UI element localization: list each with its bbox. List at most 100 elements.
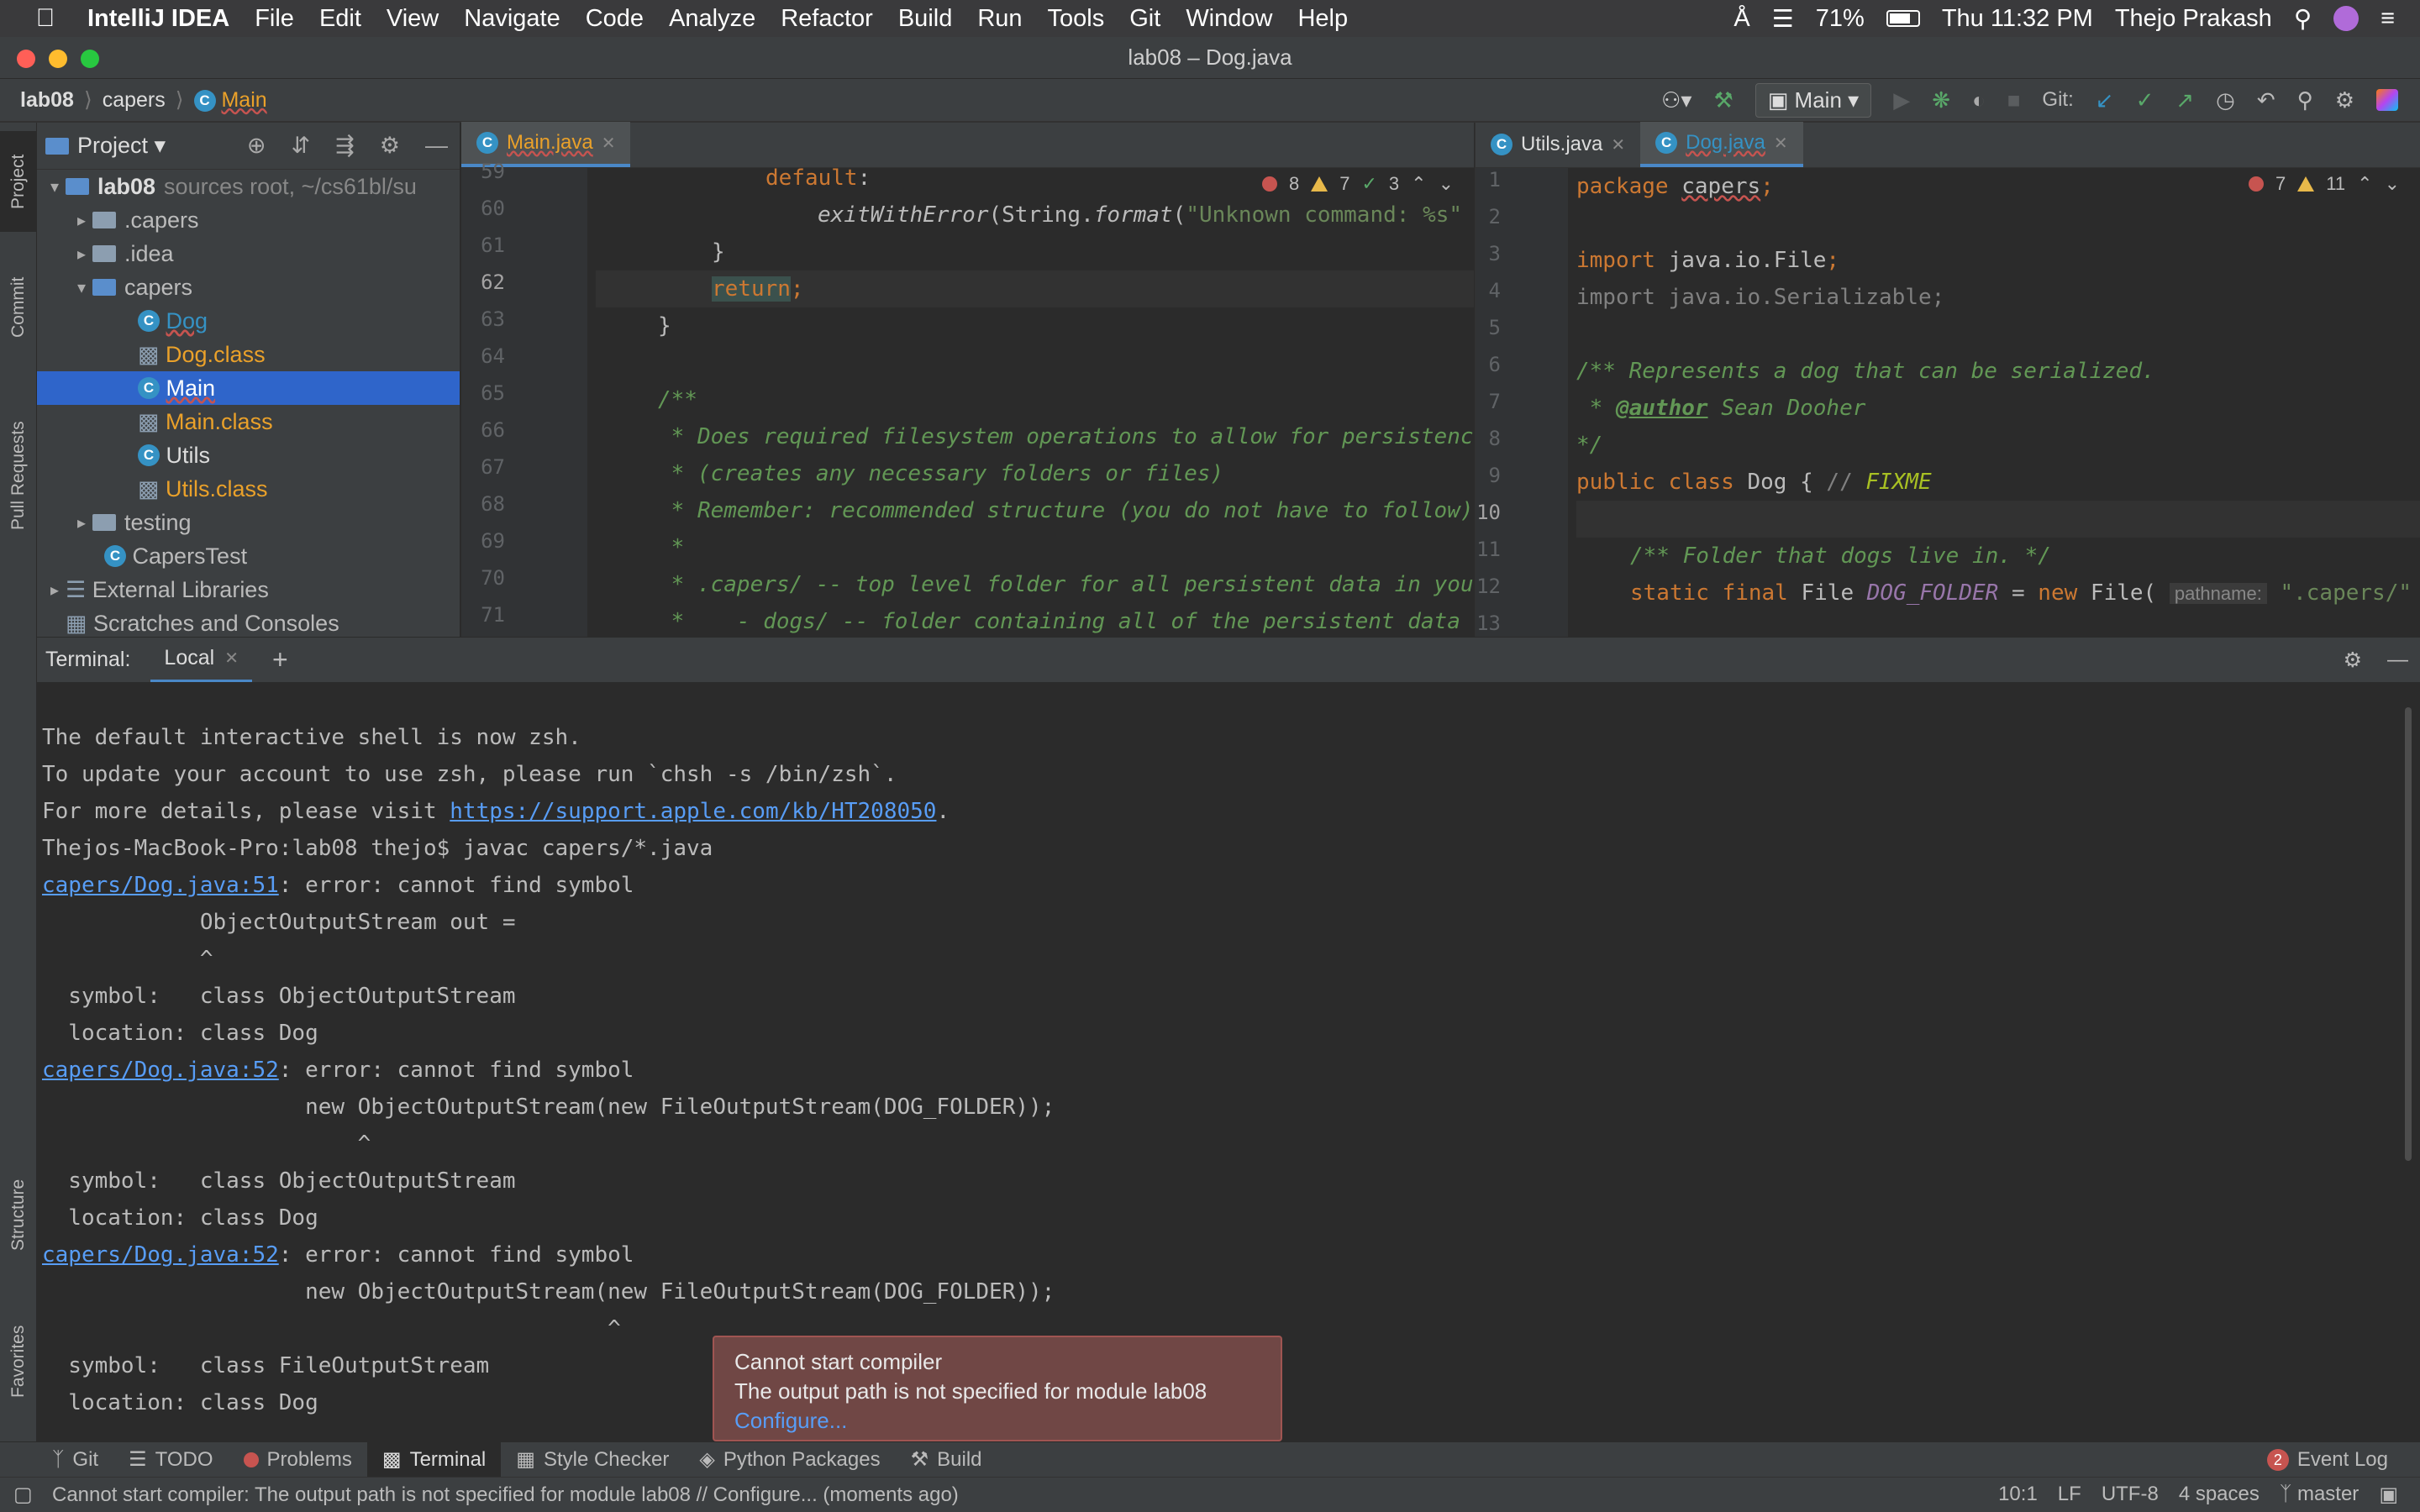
caret-position[interactable]: 10:1: [1998, 1483, 2038, 1507]
tool-tab-structure[interactable]: Structure: [0, 1147, 37, 1282]
search-everywhere-icon[interactable]: ⚲: [2297, 87, 2313, 113]
menu-app-name[interactable]: IntelliJ IDEA: [87, 5, 229, 33]
jetbrains-toolbox-icon[interactable]: [2376, 89, 2398, 111]
next-problem-icon[interactable]: ⌄: [1439, 173, 1454, 195]
battery-icon[interactable]: [1886, 10, 1920, 27]
tool-tab-favorites[interactable]: Favorites: [0, 1299, 37, 1425]
spotlight-search-icon[interactable]: ⚲: [2294, 4, 2312, 34]
breadcrumb-file[interactable]: C Main: [193, 88, 267, 113]
menu-help[interactable]: Help: [1297, 5, 1348, 33]
build-hammer-icon[interactable]: ⚒: [1713, 87, 1733, 113]
file-encoding[interactable]: UTF-8: [2102, 1483, 2159, 1507]
status-message[interactable]: Cannot start compiler: The output path i…: [52, 1483, 959, 1507]
tree-item[interactable]: ▩ Dog.class: [37, 338, 460, 371]
menu-build[interactable]: Build: [898, 5, 953, 33]
terminal-error-link[interactable]: capers/Dog.java:52: [42, 1058, 279, 1083]
tree-item[interactable]: C Utils: [37, 438, 460, 472]
menu-edit[interactable]: Edit: [319, 5, 361, 33]
breadcrumb-project[interactable]: lab08: [20, 88, 74, 113]
git-commit-icon[interactable]: ✓: [2136, 87, 2154, 113]
stop-icon[interactable]: ■: [2007, 87, 2021, 113]
wifi-icon[interactable]: ☰: [1772, 4, 1794, 34]
memory-indicator-icon[interactable]: ▣: [2379, 1483, 2398, 1507]
user-name[interactable]: Thejo Prakash: [2115, 5, 2272, 33]
tool-style-checker[interactable]: ▦ Style Checker: [501, 1442, 684, 1478]
menu-analyze[interactable]: Analyze: [669, 5, 755, 33]
tab-dog-java[interactable]: C Dog.java ✕: [1640, 122, 1803, 167]
line-separator[interactable]: LF: [2058, 1483, 2081, 1507]
tree-item-root[interactable]: ▾ lab08 sources root, ~/cs61bl/su: [37, 170, 460, 203]
zoom-window-button[interactable]: [81, 50, 99, 68]
tree-item[interactable]: ▸ ☰ External Libraries: [37, 573, 460, 606]
tool-tab-pull-requests[interactable]: Pull Requests: [0, 391, 37, 559]
minimize-window-button[interactable]: [49, 50, 67, 68]
terminal-scrollbar[interactable]: [2405, 707, 2412, 1161]
menu-code[interactable]: Code: [586, 5, 644, 33]
settings-gear-icon[interactable]: ⚙: [2335, 87, 2354, 113]
tool-terminal[interactable]: ▩ Terminal: [366, 1441, 502, 1478]
tree-item[interactable]: C Dog: [37, 304, 460, 338]
terminal-link[interactable]: https://support.apple.com/kb/HT208050: [450, 799, 936, 824]
prev-problem-icon[interactable]: ⌃: [1411, 173, 1426, 195]
tree-item-selected[interactable]: C Main: [37, 371, 460, 405]
control-center-icon[interactable]: ≡: [2381, 5, 2395, 33]
tool-todo[interactable]: ☰ TODO: [113, 1442, 228, 1478]
menu-view[interactable]: View: [387, 5, 439, 33]
terminal-error-link[interactable]: capers/Dog.java:52: [42, 1242, 279, 1268]
apple-icon[interactable]: : [20, 4, 71, 33]
project-view-select[interactable]: Project ▾: [77, 133, 166, 159]
terminal-tab-local[interactable]: Local ✕: [150, 638, 252, 683]
close-window-button[interactable]: [17, 50, 35, 68]
close-tab-icon[interactable]: ✕: [1611, 134, 1625, 155]
debug-icon[interactable]: ❋: [1932, 87, 1950, 113]
chevron-right-icon[interactable]: ▸: [71, 244, 92, 265]
terminal-error-link[interactable]: capers/Dog.java:51: [42, 873, 279, 898]
hide-terminal-icon[interactable]: —: [2387, 648, 2408, 672]
tool-event-log[interactable]: 2 Event Log: [2252, 1442, 2403, 1478]
new-terminal-tab-icon[interactable]: +: [272, 644, 288, 675]
tree-item[interactable]: ▦ Scratches and Consoles: [37, 606, 460, 640]
next-problem-icon[interactable]: ⌄: [2385, 173, 2400, 195]
tool-git[interactable]: ᛉ Git: [37, 1442, 113, 1478]
git-history-icon[interactable]: ◷: [2216, 87, 2235, 113]
code-area[interactable]: default: exitWithError(String.format("Un…: [596, 168, 1474, 637]
tree-item[interactable]: ▾ capers: [37, 270, 460, 304]
tool-build[interactable]: ⚒ Build: [896, 1442, 997, 1478]
user-icon[interactable]: ⚇▾: [1661, 87, 1691, 113]
coverage-icon[interactable]: ◐: [1972, 87, 1986, 113]
tree-item[interactable]: C CapersTest: [37, 539, 460, 573]
tool-problems[interactable]: Problems: [229, 1442, 367, 1478]
close-tab-icon[interactable]: ✕: [1774, 133, 1788, 154]
tree-item[interactable]: ▸ .idea: [37, 237, 460, 270]
close-tab-icon[interactable]: ✕: [224, 648, 239, 669]
tool-python-packages[interactable]: ◈ Python Packages: [684, 1442, 895, 1478]
terminal-settings-gear-icon[interactable]: ⚙: [2344, 648, 2362, 673]
clock[interactable]: Thu 11:32 PM: [1942, 5, 2093, 33]
chevron-down-icon[interactable]: ▾: [71, 277, 92, 298]
chevron-down-icon[interactable]: ▾: [44, 176, 66, 197]
toggle-tool-windows-icon[interactable]: ▢: [13, 1483, 33, 1507]
run-configuration-select[interactable]: ▣ Main ▾: [1754, 82, 1872, 118]
tree-item[interactable]: ▩ Utils.class: [37, 472, 460, 506]
terminal-output[interactable]: The default interactive shell is now zsh…: [37, 682, 2420, 1441]
panel-settings-gear-icon[interactable]: ⚙: [380, 133, 400, 159]
chevron-right-icon[interactable]: ▸: [71, 210, 92, 231]
git-push-icon[interactable]: ↗: [2175, 87, 2194, 113]
locate-file-icon[interactable]: ⊕: [247, 133, 266, 159]
chevron-right-icon[interactable]: ▸: [71, 512, 92, 533]
tree-item[interactable]: ▸ .capers: [37, 203, 460, 237]
prev-problem-icon[interactable]: ⌃: [2357, 173, 2372, 195]
git-rollback-icon[interactable]: ↶: [2257, 87, 2275, 113]
close-tab-icon[interactable]: ✕: [602, 133, 616, 154]
hide-panel-icon[interactable]: —: [425, 133, 448, 159]
indent-setting[interactable]: 4 spaces: [2179, 1483, 2260, 1507]
collapse-all-icon[interactable]: ⇶: [335, 133, 355, 159]
git-update-icon[interactable]: ↙: [2096, 87, 2114, 113]
tool-tab-project[interactable]: Project: [0, 131, 37, 232]
inspection-widget[interactable]: 7 11 ⌃ ⌄: [2240, 173, 2400, 195]
tree-item[interactable]: ▸ testing: [37, 506, 460, 539]
inspection-widget[interactable]: 8 7 ✓ 3 ⌃ ⌄: [1253, 173, 1454, 195]
breadcrumb-package[interactable]: capers: [103, 88, 166, 113]
tool-tab-commit[interactable]: Commit: [0, 257, 37, 358]
bluetooth-icon[interactable]: Å: [1733, 5, 1749, 33]
